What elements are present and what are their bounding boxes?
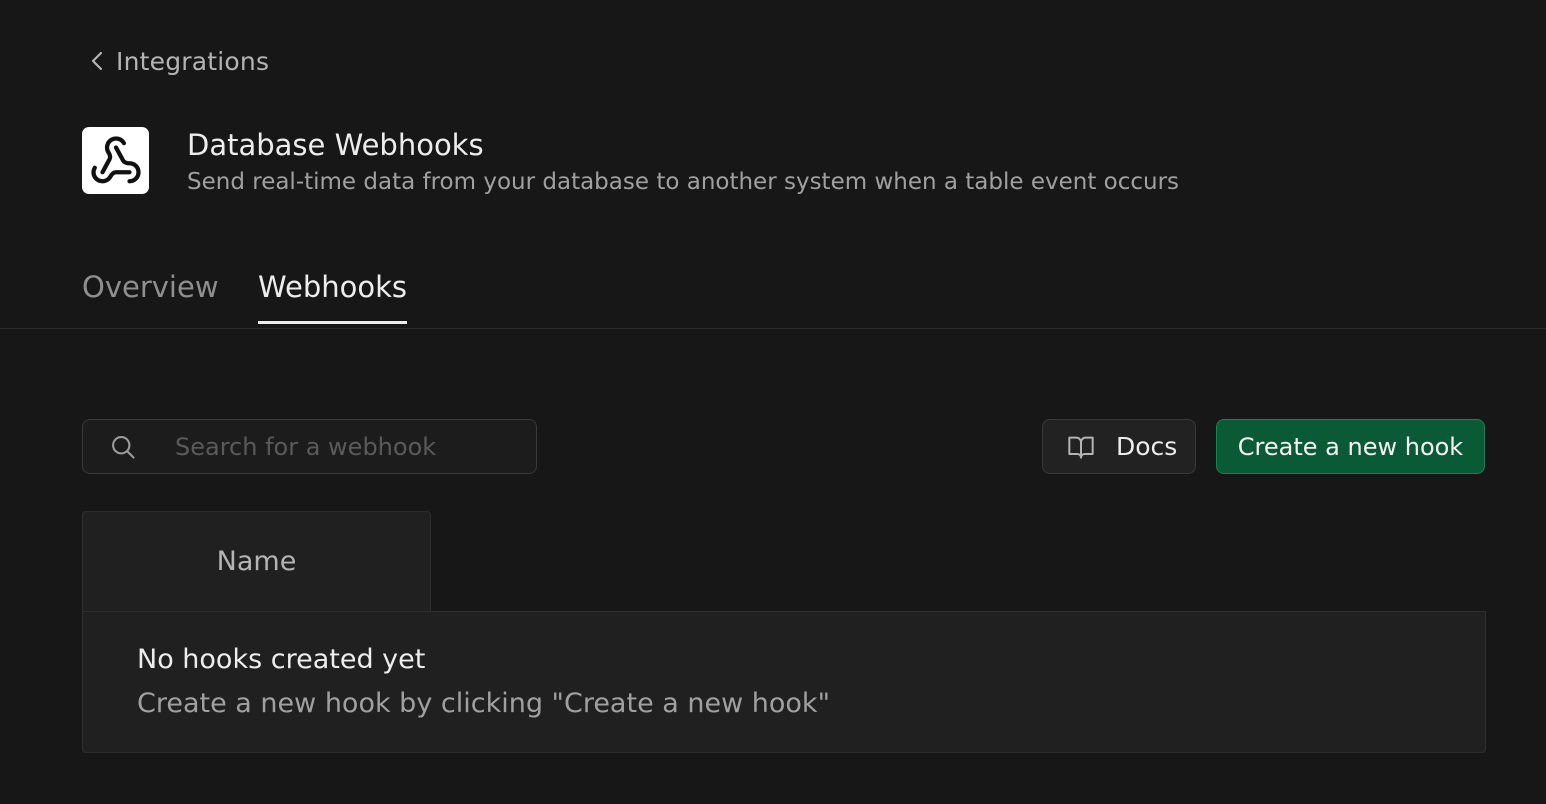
search-input[interactable] [173,431,517,462]
webhook-icon [82,127,149,194]
webhooks-page: Integrations Database Webhooks Send real… [0,0,1546,804]
create-hook-button[interactable]: Create a new hook [1216,419,1485,474]
column-header-name: Name [216,546,297,577]
docs-button[interactable]: Docs [1042,419,1196,474]
page-title: Database Webhooks [187,128,484,162]
page-subtitle: Send real-time data from your database t… [187,169,1180,195]
search-icon [109,433,137,461]
tab-webhooks[interactable]: Webhooks [258,270,407,324]
integration-header: Database Webhooks Send real-time data fr… [82,127,1179,199]
create-hook-button-label: Create a new hook [1237,432,1464,461]
search-box[interactable] [82,419,537,474]
empty-state-title: No hooks created yet [137,644,426,675]
book-icon [1066,432,1096,462]
docs-button-label: Docs [1116,432,1178,461]
tab-bar: Overview Webhooks [0,258,1546,329]
chevron-left-icon [86,50,108,72]
breadcrumb-label: Integrations [116,46,270,76]
table-header: Name [82,511,431,611]
breadcrumb-back-link[interactable]: Integrations [86,44,269,78]
tab-overview[interactable]: Overview [82,270,219,322]
empty-state: No hooks created yet Create a new hook b… [82,611,1486,753]
empty-state-description: Create a new hook by clicking "Create a … [137,688,830,719]
